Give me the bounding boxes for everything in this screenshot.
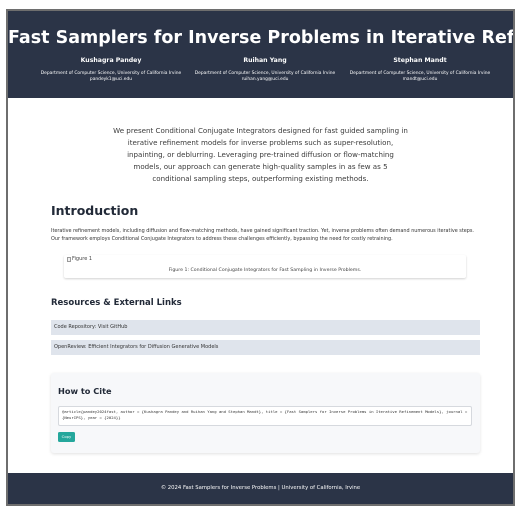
author-email: pandeyk1@uci.edu <box>89 77 133 82</box>
author-name: Ruihan Yang <box>243 57 287 64</box>
citation-card: How to Cite @article{pandey2024fast, aut… <box>51 373 480 453</box>
author-email: mandt@uci.edu <box>402 77 438 82</box>
figure-caption: Figure 1: Conditional Conjugate Integrat… <box>168 268 362 273</box>
page-header: Fast Samplers for Inverse Problems in It… <box>8 11 513 98</box>
bibtex-box[interactable]: @article{pandey2024fast, author = {Kusha… <box>58 406 472 426</box>
page-title: Fast Samplers for Inverse Problems in It… <box>8 28 514 48</box>
author-name: Kushagra Pandey <box>80 57 142 64</box>
footer-text: © 2024 Fast Samplers for Inverse Problem… <box>160 485 361 491</box>
introduction-text: Iterative refinement models, including d… <box>51 228 474 242</box>
copy-button[interactable]: Copy <box>58 432 75 442</box>
author-card: Kushagra Pandey Department of Computer S… <box>32 57 190 83</box>
author-name: Stephan Mandt <box>393 57 447 64</box>
introduction-heading: Introduction <box>51 203 139 218</box>
resources-heading: Resources & External Links <box>51 298 182 308</box>
browser-viewport: Fast Samplers for Inverse Problems in It… <box>6 9 515 506</box>
author-email: ruihan.yang@uci.edu <box>241 77 289 82</box>
citation-heading: How to Cite <box>58 386 112 396</box>
openreview-link[interactable]: OpenReview: Efficient Integrators for Di… <box>51 340 480 355</box>
code-repository-link[interactable]: Code Repository: Visit GitHub <box>51 320 480 335</box>
page-footer: © 2024 Fast Samplers for Inverse Problem… <box>8 473 513 504</box>
figure-card: Figure 1 Figure 1: Conditional Conjugate… <box>64 255 466 278</box>
broken-image-icon <box>67 256 71 262</box>
author-card: Stephan Mandt Department of Computer Sci… <box>341 57 499 83</box>
figure-image: Figure 1 <box>67 256 92 262</box>
abstract-text: We present Conditional Conjugate Integra… <box>113 126 408 183</box>
author-card: Ruihan Yang Department of Computer Scien… <box>186 57 344 83</box>
figure-alt-text: Figure 1 <box>72 256 93 262</box>
